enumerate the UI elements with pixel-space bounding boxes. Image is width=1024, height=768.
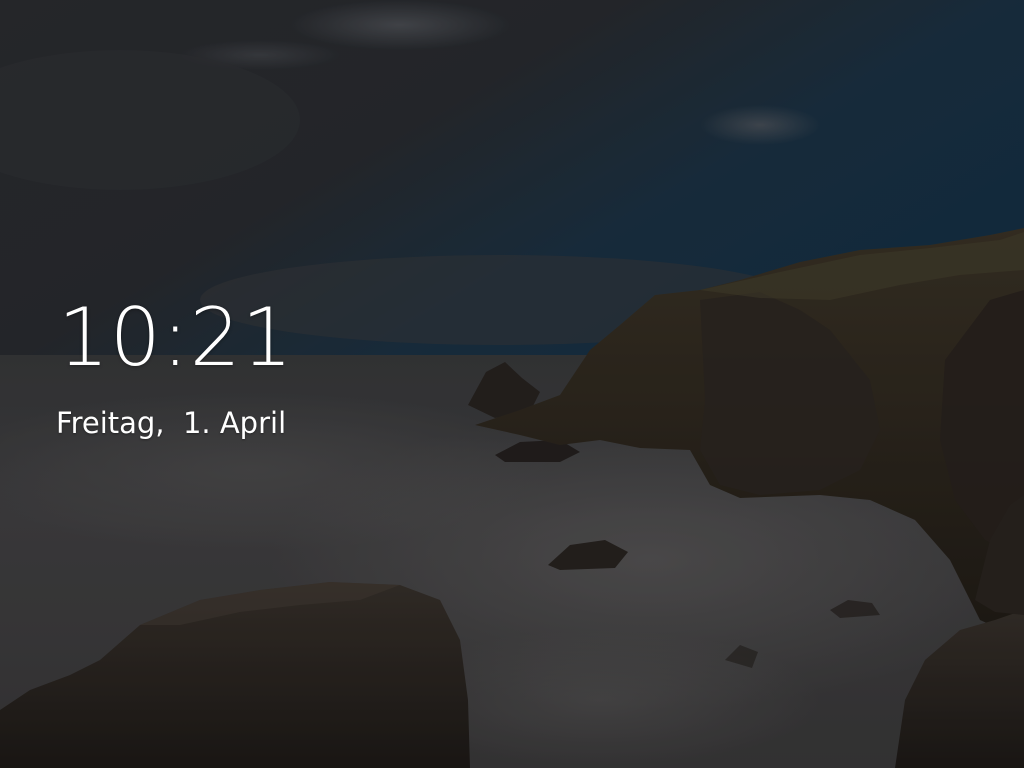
lock-screen-date: Freitag, 1. April <box>56 406 287 440</box>
lock-screen-time: 10:21 <box>58 291 294 384</box>
wallpaper-coastal-cliffs <box>0 0 1024 768</box>
lock-screen[interactable]: 10:21 Freitag, 1. April <box>0 0 1024 768</box>
